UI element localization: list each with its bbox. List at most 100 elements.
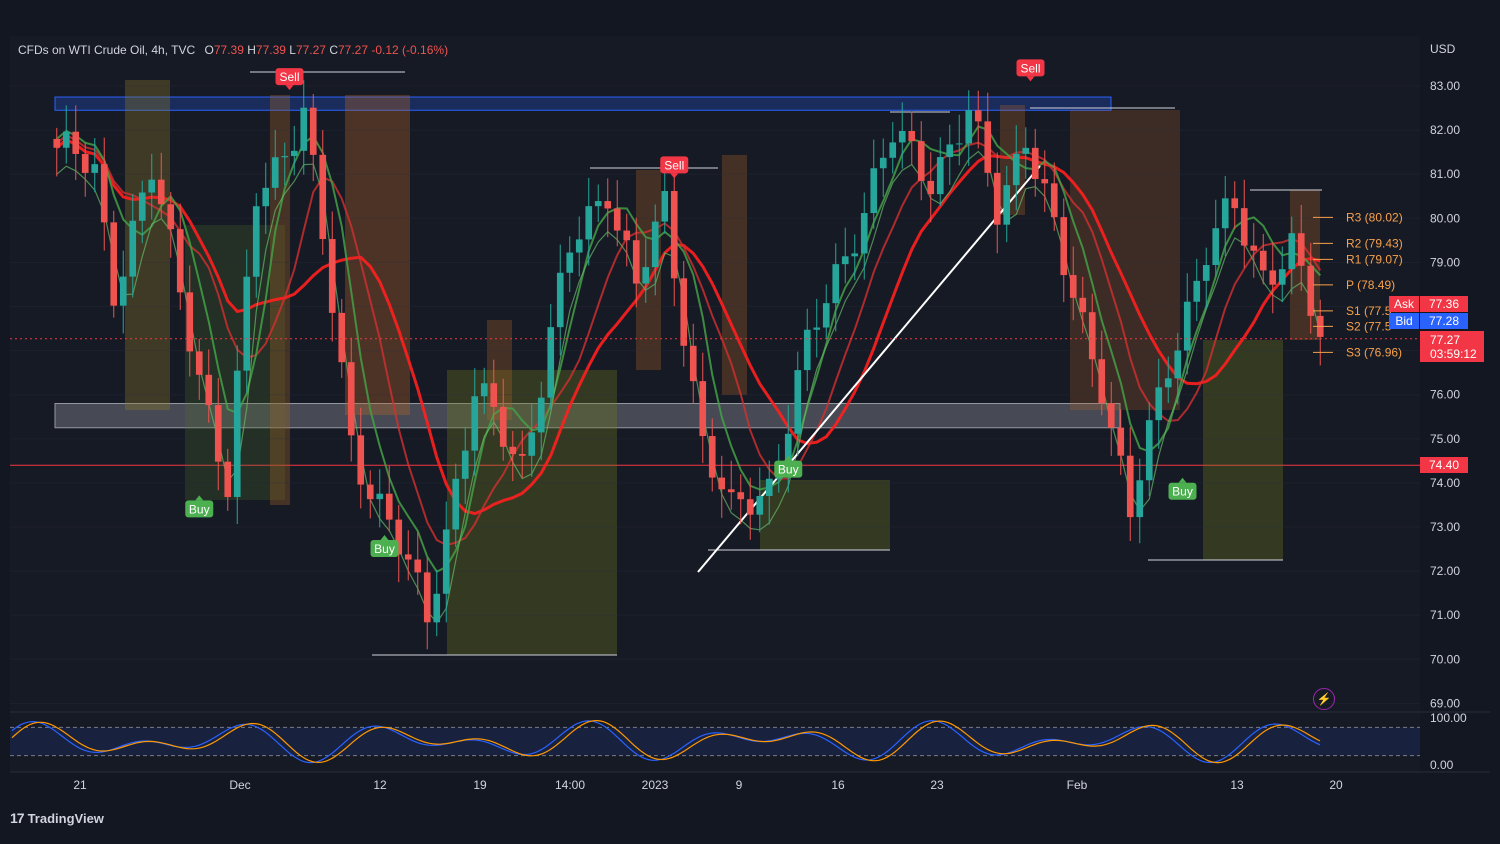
candle-body <box>461 450 469 479</box>
lightning-icon[interactable]: ⚡ <box>1313 688 1335 710</box>
candle-body <box>860 213 868 254</box>
brand-name: TradingView <box>27 810 104 826</box>
candle-body <box>585 206 593 240</box>
open-value: 77.39 <box>213 43 244 57</box>
time-tick-label: 23 <box>930 778 944 792</box>
candle-body <box>594 201 602 207</box>
candle-body <box>72 131 80 154</box>
candle-body <box>746 499 754 515</box>
candle-body <box>737 492 745 500</box>
low-value: 77.27 <box>295 43 326 57</box>
price-tick-label: 75.00 <box>1430 432 1460 446</box>
candle-body <box>176 229 184 293</box>
candle-body <box>889 142 897 158</box>
time-tick-label: 20 <box>1329 778 1343 792</box>
candle-body <box>186 292 194 352</box>
candle-body <box>765 478 773 496</box>
candle-body <box>252 206 260 277</box>
chart-window: Sell Sell Sell Buy Buy Buy Buy R3 (80.02) R2 (7… <box>0 0 1500 844</box>
candle-body <box>423 572 431 623</box>
candle-body <box>148 179 156 193</box>
pivot-label-4: S1 (77.5 <box>1346 304 1392 318</box>
bid-label: Bid <box>1395 314 1412 328</box>
symbol-legend[interactable]: CFDs on WTI Crude Oil, 4h, TVC O77.39 H7… <box>18 43 448 57</box>
candle-body <box>290 150 298 157</box>
candle-body <box>936 157 944 195</box>
candle-body <box>670 191 678 279</box>
candle-body <box>1240 208 1248 246</box>
candle-body <box>452 478 460 530</box>
candle-body <box>879 157 887 169</box>
candle-body <box>898 130 906 143</box>
candle-body <box>1069 275 1077 298</box>
candle-body <box>1297 233 1305 266</box>
candle-body <box>794 370 802 434</box>
pivot-label-5: S2 (77.5 <box>1346 319 1392 333</box>
candle-body <box>651 221 659 268</box>
candle-body <box>566 252 574 273</box>
candle-body <box>1022 147 1030 154</box>
candle-body <box>376 493 384 500</box>
candle-body <box>993 172 1001 225</box>
candle-body <box>1126 455 1134 518</box>
candle-body <box>433 593 441 623</box>
candle-body <box>81 153 89 173</box>
candle-body <box>708 436 716 478</box>
candle-body <box>1288 233 1296 270</box>
candle-body <box>366 484 374 500</box>
pivot-label-0: R3 (80.02) <box>1346 210 1403 224</box>
candle-body <box>262 187 270 207</box>
candle-body <box>547 327 555 398</box>
tradingview-logo[interactable]: 17 TradingView <box>10 810 104 826</box>
candle-body <box>319 154 327 240</box>
candle-body <box>1212 228 1220 266</box>
pivot-label-1: R2 (79.43) <box>1346 236 1403 250</box>
candle-body <box>1202 265 1210 281</box>
tv-icon: 17 <box>10 810 25 826</box>
price-tick-label: 73.00 <box>1430 520 1460 534</box>
candle-body <box>62 131 70 148</box>
candle-body <box>490 383 498 407</box>
price-tick-label: 81.00 <box>1430 167 1460 181</box>
close-value: 77.27 <box>338 43 369 57</box>
candle-body <box>442 529 450 594</box>
candle-body <box>518 453 526 456</box>
signal-label: Buy <box>778 463 799 477</box>
ohlc-values: O77.39 H77.39 L77.27 C77.27 -0.12 (-0.16… <box>205 43 449 57</box>
candle-body <box>699 381 707 437</box>
low-label: L <box>289 43 296 57</box>
candle-body <box>623 230 631 241</box>
candle-body <box>129 220 137 277</box>
time-tick-label: 19 <box>473 778 487 792</box>
candle-body <box>632 240 640 284</box>
candle-body <box>917 141 925 181</box>
bid-price: 77.28 <box>1429 314 1459 328</box>
signal-label: Buy <box>1172 485 1193 499</box>
time-tick-label: 13 <box>1230 778 1244 792</box>
chart-canvas[interactable]: Sell Sell Sell Buy Buy Buy Buy R3 (80.02) R2 (7… <box>0 0 1500 844</box>
signal-label: Buy <box>374 542 395 556</box>
pivot-label-3: P (78.49) <box>1346 278 1395 292</box>
candle-body <box>955 143 963 145</box>
candle-body <box>309 107 317 155</box>
candle-body <box>604 201 612 209</box>
candle-body <box>404 554 412 560</box>
candle-body <box>1231 198 1239 209</box>
bar-countdown: 03:59:12 <box>1430 347 1477 361</box>
time-tick-label: Dec <box>229 778 250 792</box>
time-tick-label: 14:00 <box>555 778 585 792</box>
candle-body <box>927 180 935 195</box>
trade-box-7 <box>722 155 747 395</box>
candle-body <box>1117 427 1125 456</box>
candle-body <box>984 121 992 173</box>
candle-body <box>300 107 308 151</box>
candle-body <box>1079 297 1087 313</box>
candle-body <box>205 374 213 406</box>
currency-label[interactable]: USD <box>1430 42 1455 56</box>
candle-body <box>157 179 165 205</box>
candle-body <box>756 495 764 515</box>
candle-body <box>1107 403 1115 428</box>
candle-body <box>509 446 517 454</box>
candle-body <box>480 383 488 397</box>
change-value: -0.12 (-0.16%) <box>371 43 449 57</box>
